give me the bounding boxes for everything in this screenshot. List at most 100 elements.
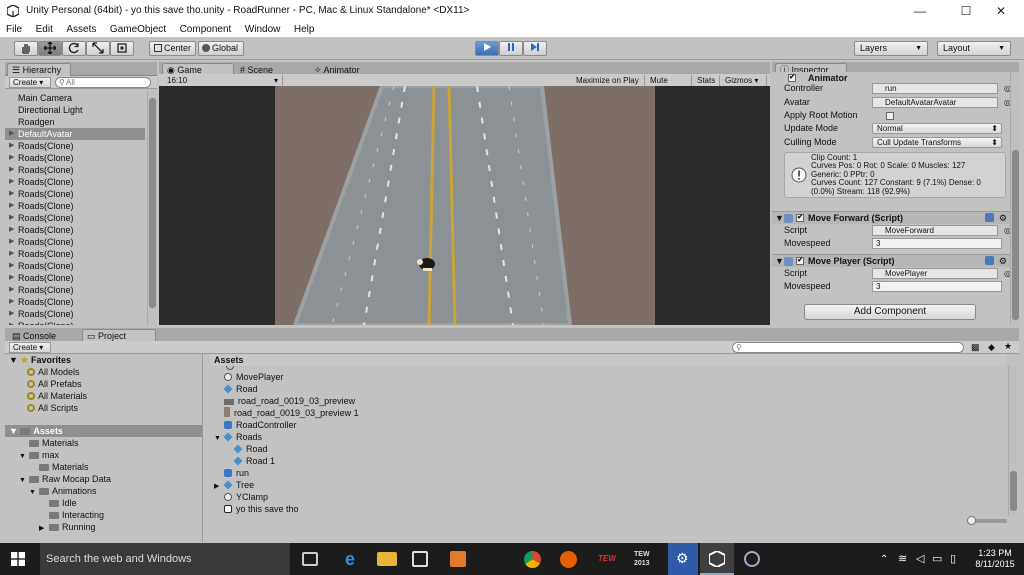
- firefox-icon[interactable]: [560, 551, 577, 568]
- asset-item[interactable]: RoadController: [214, 419, 297, 431]
- menu-gameobject[interactable]: GameObject: [104, 22, 171, 35]
- asset-item[interactable]: ▶ Tree: [214, 479, 254, 491]
- hierarchy-item[interactable]: ▶ Roads(Clone): [5, 152, 145, 164]
- expand-arrow-icon[interactable]: ▶: [9, 248, 14, 260]
- add-component-button[interactable]: Add Component: [804, 304, 976, 320]
- game-app-2-icon[interactable]: TEW 2013: [634, 550, 654, 570]
- pause-button[interactable]: [499, 41, 523, 56]
- tree-folder-item[interactable]: Materials: [19, 437, 79, 449]
- move-forward-enabled-checkbox[interactable]: ✔: [796, 214, 804, 222]
- tree-folder-item[interactable]: ▼ Animations: [29, 485, 97, 497]
- hierarchy-create-button[interactable]: Create ▾: [9, 77, 51, 88]
- expand-arrow-icon[interactable]: ▶: [9, 308, 14, 320]
- notifications-icon[interactable]: ▯: [950, 552, 956, 565]
- hierarchy-item[interactable]: ▶ Roads(Clone): [5, 260, 145, 272]
- icon-size-slider[interactable]: [967, 516, 1007, 525]
- hierarchy-item[interactable]: ▶ Roads(Clone): [5, 224, 145, 236]
- help-icon[interactable]: [985, 256, 994, 265]
- filter-type-icon[interactable]: ▩: [971, 342, 980, 353]
- move-player-enabled-checkbox[interactable]: ✔: [796, 257, 804, 265]
- asset-list-scrollbar[interactable]: [1008, 366, 1017, 516]
- favorite-item[interactable]: All Models: [27, 366, 80, 378]
- chrome-icon[interactable]: [524, 551, 541, 568]
- mf-script-field[interactable]: MoveForward: [872, 225, 998, 236]
- active-app-highlight[interactable]: ⚙: [668, 543, 698, 575]
- battery-icon[interactable]: ▭: [932, 552, 942, 565]
- rect-tool-button[interactable]: [110, 41, 134, 56]
- expand-arrow-icon[interactable]: ▶: [9, 152, 14, 164]
- asset-item[interactable]: Road: [214, 383, 258, 395]
- global-toggle[interactable]: Global: [198, 41, 244, 56]
- game-viewport[interactable]: [159, 86, 770, 325]
- expand-arrow-icon[interactable]: ▶: [9, 128, 14, 140]
- slider-knob[interactable]: [967, 516, 976, 525]
- tree-folder-item[interactable]: Idle: [39, 497, 77, 509]
- tab-hierarchy[interactable]: ☰ Hierarchy: [7, 63, 71, 76]
- network-icon[interactable]: ≋: [898, 552, 907, 565]
- asset-item[interactable]: road_road_0019_03_preview: [214, 395, 355, 407]
- play-button[interactable]: [475, 41, 499, 56]
- hierarchy-search-input[interactable]: ⚲ All: [55, 77, 151, 88]
- menu-help[interactable]: Help: [288, 22, 320, 35]
- pivot-center-toggle[interactable]: Center: [149, 41, 196, 56]
- scale-tool-button[interactable]: [86, 41, 110, 56]
- hierarchy-item[interactable]: Roadgen: [5, 116, 145, 128]
- expand-arrow-icon[interactable]: ▶: [9, 140, 14, 152]
- menu-edit[interactable]: Edit: [30, 22, 58, 35]
- foldout-arrow-icon[interactable]: ▼: [19, 475, 29, 487]
- clock[interactable]: 1:23 PM 8/11/2015: [972, 548, 1018, 570]
- expand-arrow-icon[interactable]: ▶: [9, 224, 14, 236]
- foldout-arrow-icon[interactable]: ▼: [29, 487, 39, 499]
- hierarchy-scrollbar[interactable]: [147, 90, 156, 325]
- assets-root[interactable]: ▼ Assets: [5, 425, 202, 437]
- scrollbar-thumb[interactable]: [149, 98, 156, 308]
- tree-folder-item[interactable]: ▶ Running: [39, 521, 96, 533]
- asset-item[interactable]: Road 1: [224, 455, 275, 467]
- hierarchy-item[interactable]: ▶ Roads(Clone): [5, 188, 145, 200]
- settings-gear-icon[interactable]: ⚙: [999, 255, 1007, 267]
- step-button[interactable]: [523, 41, 547, 56]
- help-icon[interactable]: [985, 213, 994, 222]
- edge-browser-icon[interactable]: e: [340, 549, 360, 569]
- menu-assets[interactable]: Assets: [60, 22, 101, 35]
- rotate-tool-button[interactable]: [62, 41, 86, 56]
- hand-tool-button[interactable]: [14, 41, 38, 56]
- menu-window[interactable]: Window: [239, 22, 286, 35]
- hierarchy-item[interactable]: ▶ Roads(Clone): [5, 176, 145, 188]
- layers-dropdown[interactable]: Layers ▼: [854, 41, 928, 56]
- root-motion-checkbox[interactable]: [886, 112, 894, 120]
- hierarchy-item[interactable]: ▶ Roads(Clone): [5, 200, 145, 212]
- favorite-star-icon[interactable]: ★: [1004, 341, 1012, 352]
- move-tool-button[interactable]: [38, 41, 62, 56]
- file-explorer-icon[interactable]: [377, 552, 397, 566]
- project-search-input[interactable]: ⚲: [732, 342, 964, 353]
- store-icon[interactable]: [412, 551, 428, 567]
- task-view-icon[interactable]: [302, 552, 318, 566]
- tree-folder-item[interactable]: Interacting: [39, 509, 104, 521]
- foldout-arrow-icon[interactable]: ▼: [214, 433, 224, 445]
- expand-arrow-icon[interactable]: ▶: [9, 188, 14, 200]
- update-mode-dropdown[interactable]: Normal ⬍: [872, 123, 1002, 134]
- app-icon[interactable]: [450, 551, 466, 567]
- stats-toggle[interactable]: Stats: [693, 75, 720, 86]
- app-icon-3[interactable]: [744, 551, 760, 567]
- favorite-item[interactable]: All Prefabs: [27, 378, 82, 390]
- mute-audio-toggle[interactable]: Mute audio: [646, 75, 692, 96]
- foldout-arrow-icon[interactable]: ▶: [39, 523, 49, 535]
- expand-arrow-icon[interactable]: ▶: [9, 284, 14, 296]
- project-create-button[interactable]: Create ▾: [9, 342, 51, 353]
- maximize-on-play-toggle[interactable]: Maximize on Play: [572, 75, 645, 86]
- aspect-dropdown[interactable]: 16:10 ▾: [163, 75, 283, 86]
- filter-label-icon[interactable]: ◆: [988, 342, 995, 353]
- expand-arrow-icon[interactable]: ▶: [9, 272, 14, 284]
- scrollbar-thumb[interactable]: [1010, 471, 1017, 511]
- game-app-icon[interactable]: TEW: [598, 549, 618, 569]
- tree-folder-item[interactable]: Materials: [29, 461, 89, 473]
- hierarchy-item[interactable]: ▶ Roads(Clone): [5, 296, 145, 308]
- hierarchy-item[interactable]: ▶ Roads(Clone): [5, 308, 145, 320]
- menu-file[interactable]: File: [0, 22, 27, 35]
- expand-arrow-icon[interactable]: ▶: [9, 164, 14, 176]
- gizmos-dropdown[interactable]: Gizmos ▾: [721, 75, 767, 86]
- expand-arrow-icon[interactable]: ▶: [9, 176, 14, 188]
- favorites-header[interactable]: ▼ ★ Favorites: [5, 354, 202, 366]
